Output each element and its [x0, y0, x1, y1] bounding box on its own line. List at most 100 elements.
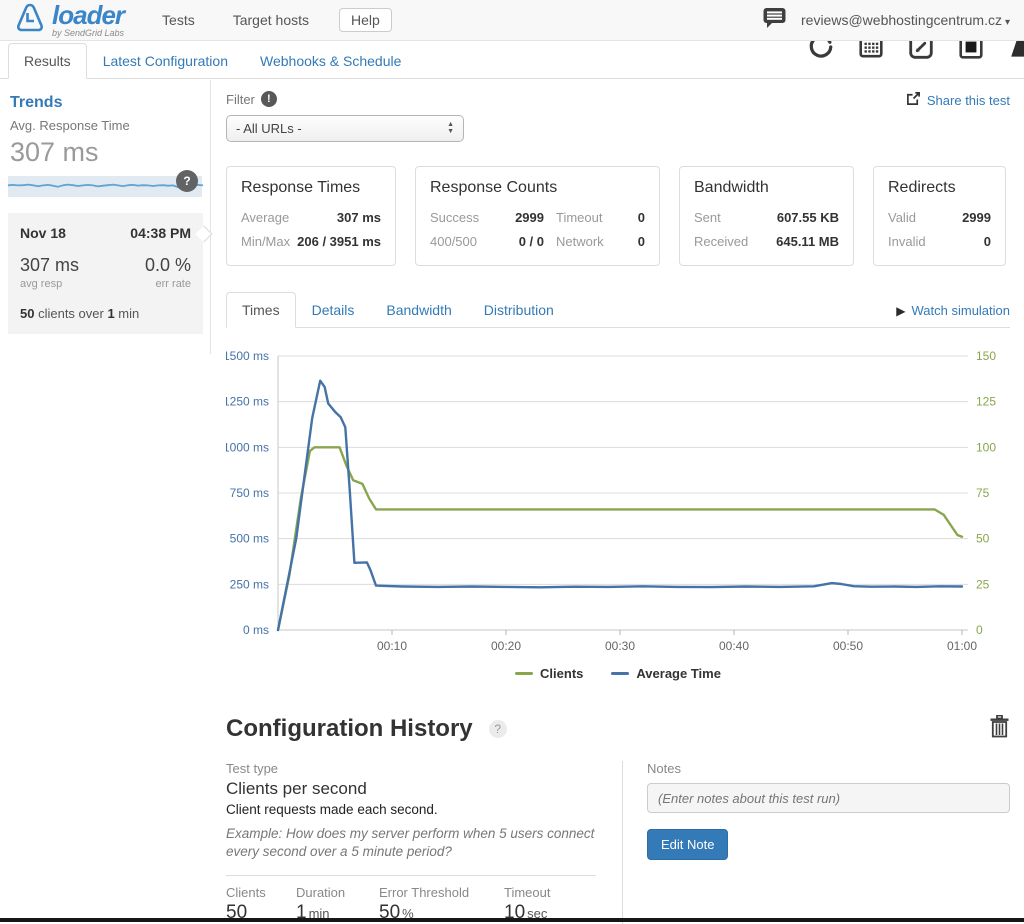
share-test-link[interactable]: Share this test [906, 91, 1010, 109]
filter-info-icon[interactable]: ! [261, 91, 277, 107]
top-navbar: loader by SendGrid Labs Tests Target hos… [0, 0, 1024, 41]
stat-label: Valid [888, 206, 916, 230]
svg-text:50: 50 [976, 532, 990, 546]
stat-value: 0 [629, 206, 645, 230]
brand-name: loader [52, 2, 124, 28]
tab-times[interactable]: Times [226, 292, 296, 328]
test-type-value: Clients per second [226, 779, 596, 799]
avg-response-time-label: Avg. Response Time [10, 118, 210, 133]
svg-text:750 ms: 750 ms [230, 486, 269, 500]
run-avg-label: avg resp [20, 278, 62, 290]
bandwidth-card: Bandwidth Sent607.55 KB Received645.11 M… [679, 166, 854, 266]
brand-tagline: by SendGrid Labs [52, 29, 124, 38]
tab-webhooks-schedule[interactable]: Webhooks & Schedule [244, 43, 417, 79]
svg-text:00:10: 00:10 [377, 639, 407, 653]
svg-text:1500 ms: 1500 ms [226, 349, 269, 363]
help-button[interactable]: Help [339, 8, 392, 32]
chart-legend: Clients Average Time [226, 666, 1010, 681]
loader-weight-icon [14, 2, 46, 39]
legend-item-average-time[interactable]: Average Time [611, 666, 721, 681]
stat-label: Invalid [888, 230, 926, 254]
stat-label: 400/500 [430, 230, 488, 254]
svg-text:00:30: 00:30 [605, 639, 635, 653]
trends-title: Trends [10, 94, 210, 112]
watch-simulation-link[interactable]: ▶ Watch simulation [896, 303, 1010, 318]
stat-value: 0 / 0 [500, 230, 544, 254]
messages-icon[interactable] [762, 7, 787, 34]
caret-down-icon: ▾ [1005, 17, 1010, 28]
card-title: Bandwidth [694, 179, 839, 197]
svg-text:1000 ms: 1000 ms [226, 440, 269, 454]
avg-response-time-value: 307 ms [10, 137, 210, 168]
card-title: Response Times [241, 179, 381, 197]
stat-value: 607.55 KB [777, 206, 839, 230]
tab-latest-configuration[interactable]: Latest Configuration [87, 43, 244, 79]
sparkline-help-icon[interactable]: ? [176, 170, 198, 192]
legend-item-clients[interactable]: Clients [515, 666, 583, 681]
stat-label: Min/Max [241, 230, 290, 254]
svg-text:150: 150 [976, 349, 996, 363]
stat-label: Average [241, 206, 289, 230]
notes-label: Notes [647, 761, 1010, 776]
nav-item-tests[interactable]: Tests [162, 12, 195, 28]
response-time-chart: 0 ms0250 ms25500 ms50750 ms751000 ms1001… [226, 342, 1010, 664]
svg-text:1250 ms: 1250 ms [226, 395, 269, 409]
card-title: Response Counts [430, 179, 645, 197]
average-time-series-swatch [611, 672, 629, 675]
svg-text:100: 100 [976, 440, 996, 454]
edit-note-button[interactable]: Edit Note [647, 829, 728, 860]
account-menu[interactable]: reviews@webhostingcentrum.cz▾ [801, 12, 1010, 28]
tab-results[interactable]: Results [8, 43, 87, 79]
filter-label: Filter [226, 92, 255, 107]
account-email: reviews@webhostingcentrum.cz [801, 12, 1002, 28]
select-arrows-icon: ▲▼ [447, 122, 454, 135]
stat-value: 2999 [962, 206, 991, 230]
selected-run-arrow [196, 226, 213, 243]
tab-details[interactable]: Details [296, 292, 371, 328]
stat-label: Sent [694, 206, 721, 230]
svg-text:500 ms: 500 ms [230, 532, 269, 546]
card-title: Redirects [888, 179, 991, 197]
sparkline-chart [8, 176, 203, 197]
test-run-card[interactable]: Nov 18 04:38 PM 307 ms 0.0 % avg resp er… [8, 213, 203, 334]
response-times-card: Response Times Average 307 ms Min/Max 206 … [226, 166, 396, 266]
test-type-label: Test type [226, 761, 596, 776]
run-avg-response: 307 ms [20, 255, 79, 276]
redirects-card: Redirects Valid2999 Invalid0 [873, 166, 1006, 266]
clients-series-swatch [515, 672, 533, 675]
test-type-description: Client requests made each second. [226, 802, 596, 817]
svg-text:250 ms: 250 ms [230, 577, 269, 591]
stat-value: 307 ms [337, 206, 381, 230]
stat-value: 206 / 3951 ms [297, 230, 381, 254]
config-help-icon[interactable]: ? [489, 720, 507, 738]
notes-input[interactable] [647, 783, 1010, 813]
svg-text:0: 0 [976, 623, 983, 637]
test-parameters: Clients 50 Duration 1min Error Threshold… [226, 875, 596, 924]
tab-distribution[interactable]: Distribution [468, 292, 570, 328]
run-time: 04:38 PM [130, 225, 191, 241]
nav-item-target-hosts[interactable]: Target hosts [233, 12, 309, 28]
run-error-rate: 0.0 % [145, 255, 191, 276]
svg-text:75: 75 [976, 486, 990, 500]
svg-text:00:20: 00:20 [491, 639, 521, 653]
stat-label: Network [556, 230, 617, 254]
response-counts-card: Response Counts Success2999Timeout0 400/… [415, 166, 660, 266]
share-icon [906, 91, 921, 109]
tab-bandwidth[interactable]: Bandwidth [370, 292, 467, 328]
config-history-title: Configuration History [226, 715, 473, 743]
url-filter-value: - All URLs - [236, 121, 302, 136]
svg-text:125: 125 [976, 395, 996, 409]
svg-text:0 ms: 0 ms [243, 623, 269, 637]
run-error-label: err rate [156, 278, 191, 290]
results-main: Filter ! - All URLs - ▲▼ Share this test… [226, 79, 1010, 924]
url-filter-select[interactable]: - All URLs - ▲▼ [226, 115, 464, 142]
stat-value: 645.11 MB [776, 230, 839, 254]
test-type-example: Example: How does my server perform when… [226, 825, 596, 861]
stat-label: Timeout [556, 206, 617, 230]
trends-sidebar: Trends Avg. Response Time 307 ms ? Nov 1… [0, 80, 211, 354]
loader-logo[interactable]: loader by SendGrid Labs [14, 2, 124, 39]
trend-sparkline: ? [8, 176, 202, 197]
run-date: Nov 18 [20, 225, 66, 241]
run-clients-summary: 50 clients over 1 min [20, 306, 191, 321]
trash-icon[interactable] [989, 715, 1010, 743]
